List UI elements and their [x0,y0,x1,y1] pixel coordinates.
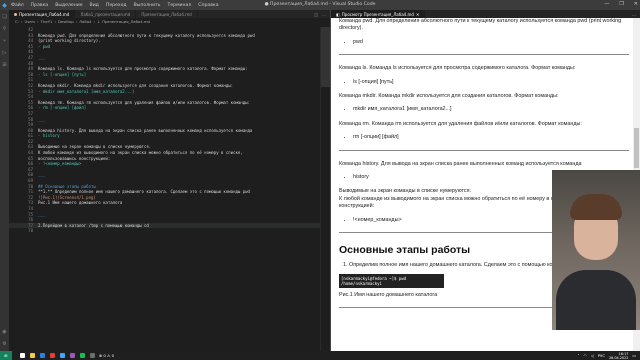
menu-run[interactable]: Выполнить [134,3,161,8]
tab-presentation-lab4[interactable]: Презентация_Лаба4.md [9,10,76,18]
tab-label: Лаба1_презентация.md [80,11,131,17]
breadcrumb: C: › Users › TheY1 › Desktop › Лаба4 › ↓ Пре… [15,19,150,24]
editor-actions: ◫ … [314,10,330,18]
minimap[interactable] [320,27,331,351]
taskbar-app-icon[interactable] [30,353,35,358]
breadcrumb-item[interactable]: Desktop [58,19,74,24]
mkdir-item: mkdir имя_каталога1 [имя_каталога2...] [353,106,629,113]
tab-preview[interactable]: ◧ Просмотр Презентация_Лаба4.md ✕ [331,10,426,18]
source-control-icon[interactable]: ⑂ [3,38,6,44]
tab-label: Просмотр Презентация_Лаба4.md [341,11,414,17]
pwd-item: pwd [353,39,629,46]
taskbar-app-icon[interactable] [20,353,25,358]
menu-view[interactable]: Вид [90,3,99,8]
webcam-overlay [552,170,640,330]
ls-paragraph: Команда ls. Команда ls используется для … [339,65,576,72]
code-area[interactable]: 42 43 Команда pwd. Для определения абсолют… [9,27,330,351]
language-indicator[interactable]: РУС [598,353,605,358]
taskbar-app-icon[interactable] [50,353,55,358]
taskbar-app-icon[interactable] [90,353,95,358]
breadcrumb-item[interactable]: Презентация_Лаба4.md [102,19,150,24]
tab-label: Презентация_Лаба4.md [19,11,70,17]
preview-actions: … [632,10,640,18]
mkdir-paragraph: Команда mkdir. Команда mkdir используетс… [339,93,559,100]
tab-presentation-lab4-2[interactable]: Презентация_Лаба4.md [136,10,198,18]
code-line[interactable]: 78 [9,228,330,234]
taskbar-app-icon[interactable] [70,353,75,358]
line-number: 78 [28,228,33,234]
preview-tabs: ◧ Просмотр Презентация_Лаба4.md ✕ … [331,10,640,18]
rm-paragraph: Команда rm. Команда rm используется для … [339,120,582,127]
menu-file[interactable]: Файл [11,3,24,8]
breadcrumb-item[interactable]: Users [24,19,35,24]
search-icon[interactable]: ⚲ [3,26,7,32]
system-tray: ˄ ◠ ◁ РУС 18:17 26.04.2022 ▭ [578,352,640,360]
preview-icon: ◧ [336,11,340,17]
taskbar-apps [16,353,95,358]
taskbar-app-icon[interactable] [60,353,65,358]
title-bar: ◆ Файл Правка Выделение Вид Переход Выпо… [0,0,640,10]
clock[interactable]: 18:17 26.04.2022 [609,352,628,360]
volume-icon[interactable]: ◁ [591,353,594,358]
pwd-paragraph: Команда pwd. Для определения абсолютного… [339,18,622,32]
wifi-icon[interactable]: ◠ [583,353,586,358]
ls-item: ls [-опция] [путь] [353,79,629,86]
markdown-file-icon: ↓ [96,19,101,24]
taskbar-app-icon[interactable] [40,353,45,358]
account-icon[interactable]: ◉ [2,329,6,335]
rm-item: rm [-опции] [файл] [353,134,629,141]
gear-icon[interactable]: ⚙ [2,341,6,347]
editor-tabs: Презентация_Лаба4.md Лаба1_презентация.m… [9,10,330,18]
maximize-button[interactable]: ❐ [619,1,623,7]
window-controls: — ❐ ✕ [604,1,638,7]
extensions-icon[interactable]: ⊞ [2,62,6,68]
history-paragraph: Команда history. Для вывода на экран спи… [339,160,582,167]
close-tab-icon[interactable]: ✕ [416,12,419,17]
person-hair [570,194,622,220]
breadcrumb-item[interactable]: Лаба4 [79,19,91,24]
menu-selection[interactable]: Выделение [55,3,82,8]
remote-icon[interactable]: ⊞ [0,351,12,360]
chevron-up-icon[interactable]: ˄ [578,353,580,358]
problems-indicator[interactable]: ⊗ 0 ⚠ 0 [99,353,114,358]
tab-label: Презентация_Лаба4.md [141,11,192,17]
breadcrumb-item[interactable]: C: [15,19,19,24]
vscode-logo-icon: ◆ [2,1,7,9]
more-actions-icon[interactable]: … [632,12,636,17]
date: 26.04.2022 [608,355,629,360]
taskbar: ⊞ ⊗ 0 ⚠ 0 ˄ ◠ ◁ РУС 18:17 26.04.2022 ▭ [0,351,640,360]
terminal-line: /home/nskarmackyi [341,280,382,286]
menu-help[interactable]: Справка [198,3,218,8]
menu-edit[interactable]: Правка [31,3,48,8]
menu-terminal[interactable]: Терминал [168,3,192,8]
breadcrumb-item[interactable]: TheY1 [41,19,53,24]
notification-icon[interactable]: ▭ [632,353,636,358]
divider [339,149,629,151]
editor-pane: Презентация_Лаба4.md Лаба1_презентация.m… [9,10,331,351]
explorer-icon[interactable]: ❏ [2,14,6,20]
tab-lab1-presentation[interactable]: Лаба1_презентация.md [75,10,137,18]
more-actions-icon[interactable]: … [322,12,326,17]
terminal-screenshot: [nskarmackyi@fedora ~]$ pwd /home/nskarm… [339,273,444,288]
modified-dot-icon [14,12,17,16]
divider [339,54,629,56]
activity-bar: ❏ ⚲ ⑂ ▷ ⊞ ◉ ⚙ [0,10,9,351]
run-debug-icon[interactable]: ▷ [3,50,7,56]
close-button[interactable]: ✕ [634,1,638,7]
taskbar-app-icon[interactable] [80,353,85,358]
menu-bar: Файл Правка Выделение Вид Переход Выполн… [9,3,219,8]
menu-go[interactable]: Переход [106,3,127,8]
split-editor-icon[interactable]: ◫ [314,12,318,17]
scrollbar-thumb[interactable] [634,128,639,168]
minimize-button[interactable]: — [604,1,609,7]
person-body [556,270,636,330]
